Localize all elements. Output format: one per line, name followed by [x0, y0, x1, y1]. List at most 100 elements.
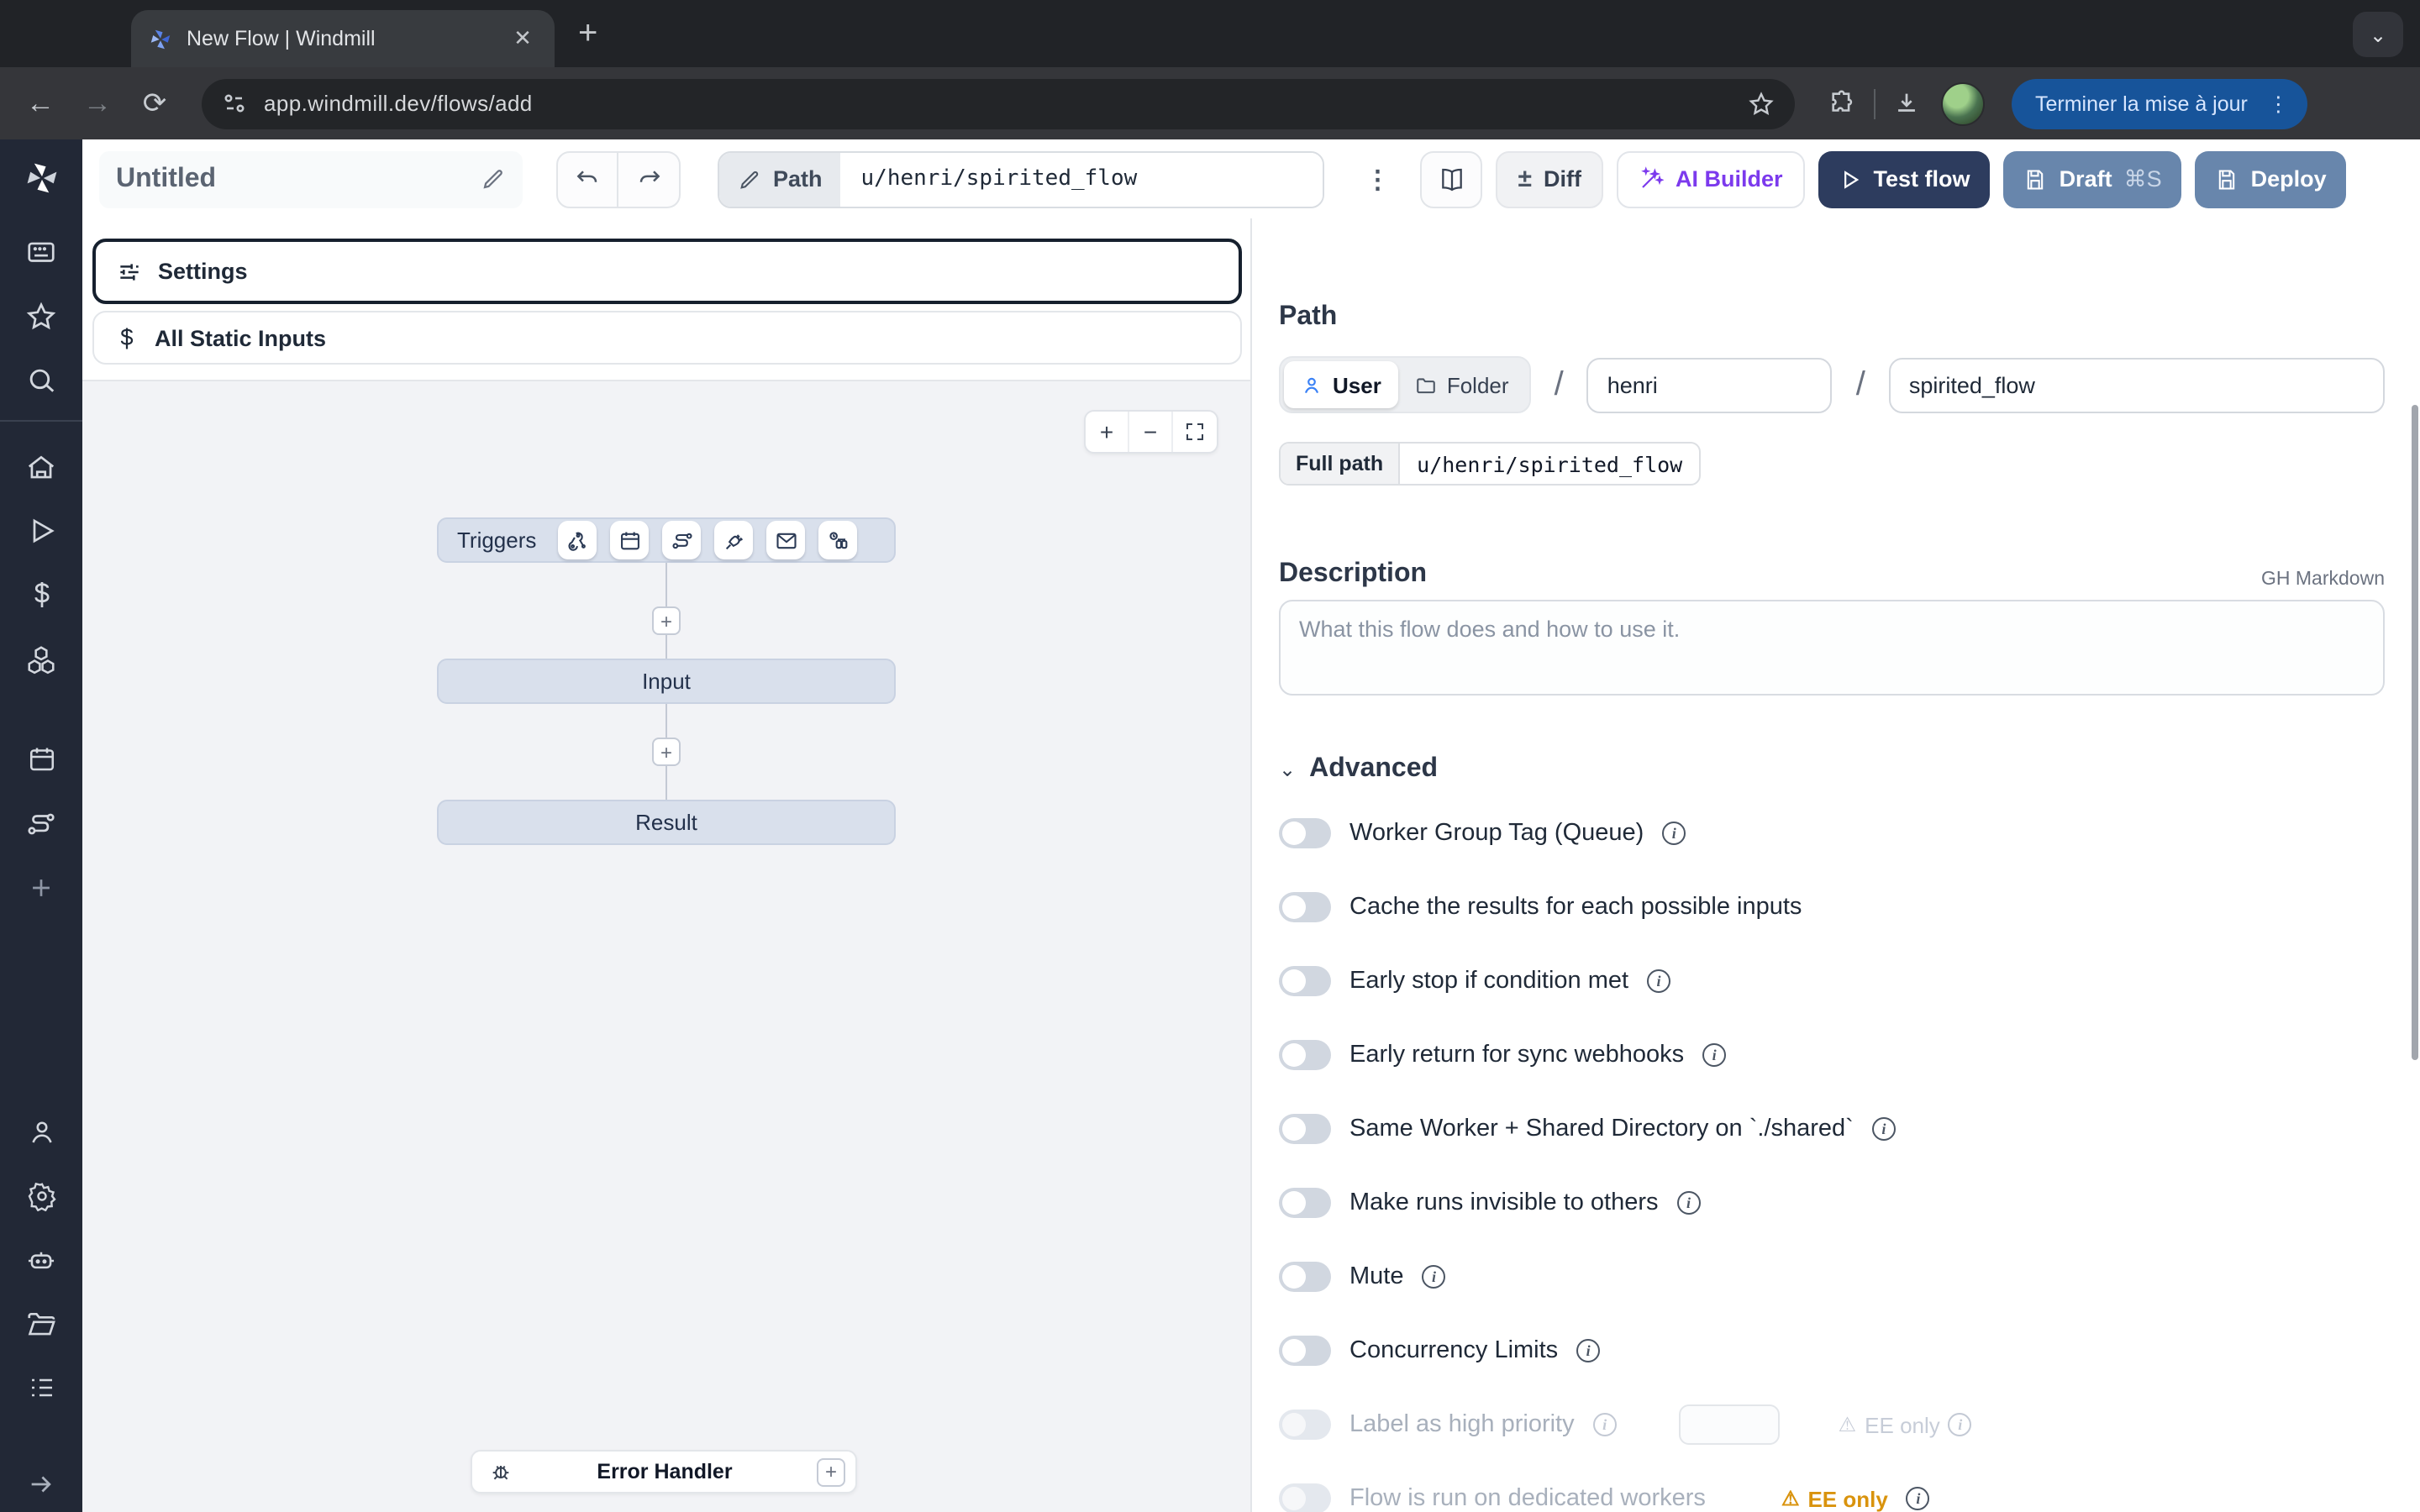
sidebar-item-workers[interactable]: [0, 1228, 82, 1292]
info-icon[interactable]: i: [1702, 1043, 1726, 1067]
zoom-out-button[interactable]: −: [1129, 412, 1173, 452]
advanced-heading: Advanced: [1309, 754, 1438, 785]
all-static-inputs-card[interactable]: All Static Inputs: [92, 311, 1242, 365]
pencil-edit-icon[interactable]: [481, 166, 506, 192]
settings-label: Settings: [158, 259, 248, 284]
bookmark-star-icon[interactable]: [1748, 90, 1775, 117]
schedule-trigger-icon[interactable]: [610, 521, 649, 559]
sidebar-item-audit-logs[interactable]: [0, 1356, 82, 1420]
site-info-icon[interactable]: [222, 91, 247, 116]
info-icon[interactable]: i: [1593, 1413, 1617, 1436]
sidebar-item-settings[interactable]: [0, 1164, 82, 1228]
input-node[interactable]: Input: [437, 659, 896, 704]
deploy-button[interactable]: Deploy: [2196, 150, 2347, 207]
settings-card[interactable]: Settings: [92, 239, 1242, 304]
sidebar-expand-icon[interactable]: [0, 1470, 82, 1499]
zoom-in-button[interactable]: +: [1086, 412, 1129, 452]
toggle-row-mute: Mute i: [1279, 1257, 2385, 1297]
windmill-logo-icon[interactable]: [23, 160, 60, 197]
undo-button[interactable]: [556, 150, 618, 207]
scheduled-poll-trigger-icon[interactable]: [818, 521, 857, 559]
triggers-node[interactable]: Triggers: [437, 517, 896, 563]
address-bar[interactable]: app.windmill.dev/flows/add: [202, 78, 1795, 129]
invisible-runs-toggle[interactable]: [1279, 1188, 1331, 1218]
window-chevron-down-icon[interactable]: ⌄: [2353, 12, 2403, 57]
http-route-trigger-icon[interactable]: [662, 521, 701, 559]
advanced-section-toggle[interactable]: ⌄ Advanced: [1279, 754, 2385, 785]
error-handler-label: Error Handler: [513, 1460, 817, 1483]
sidebar-item-resources[interactable]: [0, 627, 82, 690]
concurrency-limits-toggle[interactable]: [1279, 1336, 1331, 1366]
insert-step-button[interactable]: +: [652, 738, 681, 766]
more-options-kebab-icon[interactable]: ⋮: [1349, 164, 1407, 194]
reload-icon[interactable]: ⟳: [131, 80, 178, 127]
info-icon[interactable]: i: [1662, 822, 1686, 845]
insert-step-button[interactable]: +: [652, 606, 681, 635]
download-icon[interactable]: [1892, 89, 1921, 118]
extensions-icon[interactable]: [1828, 89, 1857, 118]
sidebar-item-add[interactable]: [0, 855, 82, 919]
result-node[interactable]: Result: [437, 800, 896, 845]
profile-avatar[interactable]: [1941, 81, 1985, 125]
info-icon[interactable]: i: [1647, 969, 1670, 993]
priority-value-input[interactable]: [1679, 1404, 1780, 1445]
websocket-trigger-icon[interactable]: [714, 521, 753, 559]
app-switcher-icon[interactable]: [0, 220, 82, 284]
sidebar-item-variables[interactable]: [0, 563, 82, 627]
info-icon[interactable]: i: [1949, 1413, 1972, 1436]
add-error-handler-button[interactable]: +: [817, 1457, 845, 1486]
browser-menu-kebab-icon[interactable]: ⋮: [2261, 91, 2297, 116]
mute-toggle[interactable]: [1279, 1262, 1331, 1292]
browser-tab[interactable]: New Flow | Windmill ✕: [131, 10, 555, 67]
early-return-toggle[interactable]: [1279, 1040, 1331, 1070]
early-stop-toggle[interactable]: [1279, 966, 1331, 996]
description-textarea[interactable]: [1279, 600, 2385, 696]
sidebar-item-folders[interactable]: [0, 1292, 82, 1356]
webhook-trigger-icon[interactable]: [558, 521, 597, 559]
toolbar-path-value[interactable]: u/henri/spirited_flow: [841, 152, 1323, 206]
sidebar-item-home[interactable]: [0, 435, 82, 499]
dedicated-workers-toggle[interactable]: [1279, 1483, 1331, 1512]
info-icon[interactable]: i: [1423, 1265, 1446, 1289]
flow-name-input[interactable]: Untitled: [99, 150, 523, 207]
panel-scrollbar[interactable]: [2412, 405, 2418, 1060]
path-row: User Folder / /: [1279, 356, 2385, 413]
sidebar-item-runs[interactable]: [0, 499, 82, 563]
search-icon[interactable]: [0, 348, 82, 412]
redo-button[interactable]: [618, 150, 681, 207]
info-icon[interactable]: i: [1907, 1487, 1930, 1510]
ai-builder-button[interactable]: AI Builder: [1617, 150, 1805, 207]
tab-close-icon[interactable]: ✕: [508, 24, 538, 54]
high-priority-toggle[interactable]: [1279, 1410, 1331, 1440]
url-text: app.windmill.dev/flows/add: [264, 91, 1731, 116]
user-segment-button[interactable]: User: [1284, 361, 1398, 408]
update-browser-button[interactable]: Terminer la mise à jour ⋮: [2012, 78, 2307, 129]
advanced-toggles: Worker Group Tag (Queue) i Cache the res…: [1279, 813, 2385, 1512]
worker-group-tag-toggle[interactable]: [1279, 818, 1331, 848]
cache-results-toggle[interactable]: [1279, 892, 1331, 922]
info-icon[interactable]: i: [1576, 1339, 1600, 1362]
fit-view-button[interactable]: [1173, 412, 1217, 452]
same-worker-toggle[interactable]: [1279, 1114, 1331, 1144]
test-flow-button[interactable]: Test flow: [1818, 150, 1991, 207]
error-handler-node[interactable]: Error Handler +: [471, 1450, 857, 1494]
diff-button[interactable]: ± Diff: [1497, 150, 1603, 207]
favorites-star-icon[interactable]: [0, 284, 82, 348]
sidebar-item-schedules[interactable]: [0, 727, 82, 791]
info-icon[interactable]: i: [1677, 1191, 1701, 1215]
draft-button[interactable]: Draft ⌘S: [2004, 150, 2182, 207]
draft-shortcut: ⌘S: [2124, 165, 2162, 192]
info-icon[interactable]: i: [1872, 1117, 1896, 1141]
docs-button[interactable]: [1421, 150, 1483, 207]
toolbar-path-field[interactable]: Path u/henri/spirited_flow: [718, 150, 1325, 207]
back-icon[interactable]: ←: [17, 80, 64, 127]
folder-segment-button[interactable]: Folder: [1398, 361, 1526, 408]
sidebar-item-flows[interactable]: [0, 791, 82, 855]
flow-canvas[interactable]: + − Triggers: [82, 380, 1250, 1512]
email-trigger-icon[interactable]: [766, 521, 805, 559]
path-name-input[interactable]: [1889, 357, 2385, 412]
new-tab-button[interactable]: +: [578, 17, 597, 50]
sidebar-item-user[interactable]: [0, 1100, 82, 1164]
forward-icon[interactable]: →: [74, 80, 121, 127]
path-owner-input[interactable]: [1587, 357, 1833, 412]
